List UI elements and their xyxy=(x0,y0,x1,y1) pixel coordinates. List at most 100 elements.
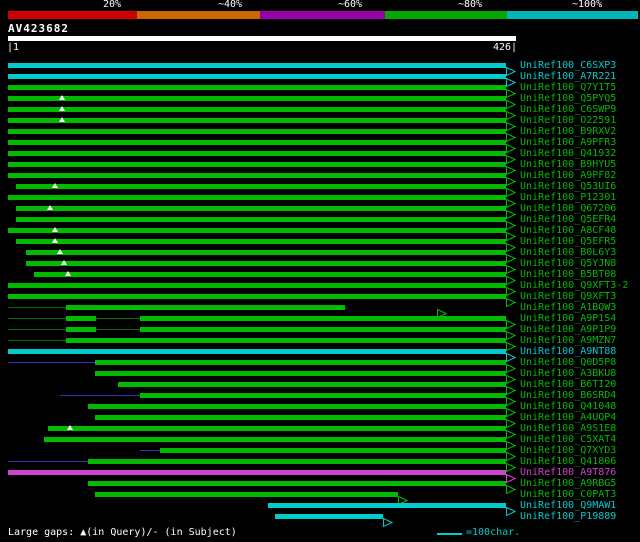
hit-label: UniRef100_A4UQP4 xyxy=(520,412,617,423)
gap-marker-icon xyxy=(65,271,71,276)
hit-label: UniRef100_A9RBG5 xyxy=(520,478,617,489)
strand-arrow-icon xyxy=(506,204,517,220)
hit-label: UniRef100_Q41806 xyxy=(520,456,617,467)
alignment-segment xyxy=(8,74,506,79)
hit-row: UniRef100_B6SRD4 xyxy=(0,390,640,407)
hit-row: UniRef100_Q9MAW1 xyxy=(0,500,640,517)
hit-label: UniRef100_B9RXV2 xyxy=(520,126,617,137)
alignment-segment xyxy=(275,514,383,519)
hit-label: UniRef100_Q53UI6 xyxy=(520,181,617,192)
hit-label: UniRef100_Q67206 xyxy=(520,203,617,214)
alignment-segment xyxy=(8,195,506,200)
hit-label: UniRef100_A9S1E8 xyxy=(520,423,617,434)
strand-arrow-icon xyxy=(506,215,517,231)
alignment-segment xyxy=(140,316,506,321)
strand-arrow-icon xyxy=(506,457,517,473)
hit-row: UniRef100_P19889 xyxy=(0,511,640,528)
hit-row: UniRef100_Q41806 xyxy=(0,456,640,473)
hit-row: UniRef100_B6TI20 xyxy=(0,379,640,396)
strand-arrow-icon xyxy=(506,149,517,165)
alignment-segment xyxy=(96,318,140,319)
hit-row: UniRef100_Q5YJN8 xyxy=(0,258,640,275)
score-key-label: ~80% xyxy=(458,0,483,10)
hit-label: UniRef100_Q0D5P8 xyxy=(520,357,617,368)
alignment-segment xyxy=(88,404,506,409)
alignment-segment xyxy=(95,492,398,497)
hit-row: UniRef100_Q5EFR5 xyxy=(0,236,640,253)
hit-label: UniRef100_Q41932 xyxy=(520,148,617,159)
alignment-segment xyxy=(8,129,506,134)
query-name: AV423682 xyxy=(8,22,69,35)
score-key-segment-orange xyxy=(137,11,260,19)
strand-arrow-icon xyxy=(506,292,517,308)
hit-row: UniRef100_A7R221 xyxy=(0,71,640,88)
alignment-segment xyxy=(8,349,506,354)
hit-label: UniRef100_A3BKU8 xyxy=(520,368,617,379)
alignment-segment xyxy=(140,450,160,451)
alignment-segment xyxy=(95,371,506,376)
strand-arrow-icon xyxy=(506,479,517,495)
hit-row: UniRef100_A4UQP4 xyxy=(0,412,640,429)
strand-arrow-icon xyxy=(506,270,517,286)
gaps-legend: Large gaps: ▲(in Query)/- (in Subject) xyxy=(8,527,237,538)
hit-row: UniRef100_B0L6Y3 xyxy=(0,247,640,264)
query-ruler-bar xyxy=(8,36,516,41)
alignment-segment xyxy=(8,362,95,363)
hit-label: UniRef100_A9P1S4 xyxy=(520,313,617,324)
alignment-segment xyxy=(88,481,506,486)
strand-arrow-icon xyxy=(506,314,517,330)
hit-label: UniRef100_C6SXP3 xyxy=(520,60,617,71)
alignment-segment xyxy=(8,96,506,101)
alignment-segment xyxy=(8,173,506,178)
hit-row: UniRef100_A9PFR3 xyxy=(0,137,640,154)
hit-label: UniRef100_B5BT08 xyxy=(520,269,617,280)
ruler-start-label: |1 xyxy=(7,42,20,53)
hit-label: UniRef100_A8CF48 xyxy=(520,225,617,236)
hit-label: UniRef100_Q41048 xyxy=(520,401,617,412)
alignment-segment xyxy=(66,316,96,321)
alignment-segment xyxy=(8,107,506,112)
hit-label: UniRef100_B0L6Y3 xyxy=(520,247,617,258)
hit-label: UniRef100_C0PAT3 xyxy=(520,489,617,500)
hit-row: UniRef100_Q5EFR4 xyxy=(0,214,640,231)
strand-arrow-icon xyxy=(506,347,517,363)
hit-row: UniRef100_Q53UI6 xyxy=(0,181,640,198)
strand-arrow-icon xyxy=(506,72,517,88)
strand-arrow-icon xyxy=(506,413,517,429)
strand-arrow-icon xyxy=(506,435,517,451)
alignment-segment xyxy=(44,437,506,442)
score-key-segment-red xyxy=(8,11,137,19)
blast-overview-screen: 20% ~40% ~60% ~80% ~100% AV423682 |1 426| Un… xyxy=(0,0,640,542)
hit-label: UniRef100_B9HYU5 xyxy=(520,159,617,170)
hit-row: UniRef100_P12301 xyxy=(0,192,640,209)
strand-arrow-icon xyxy=(506,391,517,407)
hit-label: UniRef100_A7R221 xyxy=(520,71,617,82)
alignment-segment xyxy=(66,327,96,332)
hit-label: UniRef100_B6TI20 xyxy=(520,379,617,390)
alignment-segment xyxy=(48,426,506,431)
hit-row: UniRef100_B5BT08 xyxy=(0,269,640,286)
alignment-segment xyxy=(140,327,506,332)
hit-row: UniRef100_Q41932 xyxy=(0,148,640,165)
hit-label: UniRef100_Q7Y1T5 xyxy=(520,82,617,93)
strand-arrow-icon xyxy=(506,160,517,176)
strand-arrow-icon xyxy=(506,446,517,462)
hit-row: UniRef100_C6SXP3 xyxy=(0,60,640,77)
hit-label: UniRef100_Q5EFR4 xyxy=(520,214,617,225)
hit-row: UniRef100_Q7Y1T5 xyxy=(0,82,640,99)
hit-row: UniRef100_C0PAT3 xyxy=(0,489,640,506)
hit-row: UniRef100_A9P1P9 xyxy=(0,324,640,341)
strand-arrow-icon xyxy=(506,138,517,154)
hit-row: UniRef100_A1BQW3 xyxy=(0,302,640,319)
hit-row: UniRef100_A9NT88 xyxy=(0,346,640,363)
alignment-segment xyxy=(34,272,506,277)
gap-marker-icon xyxy=(59,106,65,111)
alignment-segment xyxy=(88,459,506,464)
alignment-segment xyxy=(8,85,506,90)
hit-label: UniRef100_Q9XFT3-2 xyxy=(520,280,629,291)
hit-row: UniRef100_A9T876 xyxy=(0,467,640,484)
alignment-segment xyxy=(60,395,140,396)
hit-label: UniRef100_Q9XFT3 xyxy=(520,291,617,302)
strand-arrow-icon xyxy=(506,61,517,77)
hit-row: UniRef100_B9RXV2 xyxy=(0,126,640,143)
